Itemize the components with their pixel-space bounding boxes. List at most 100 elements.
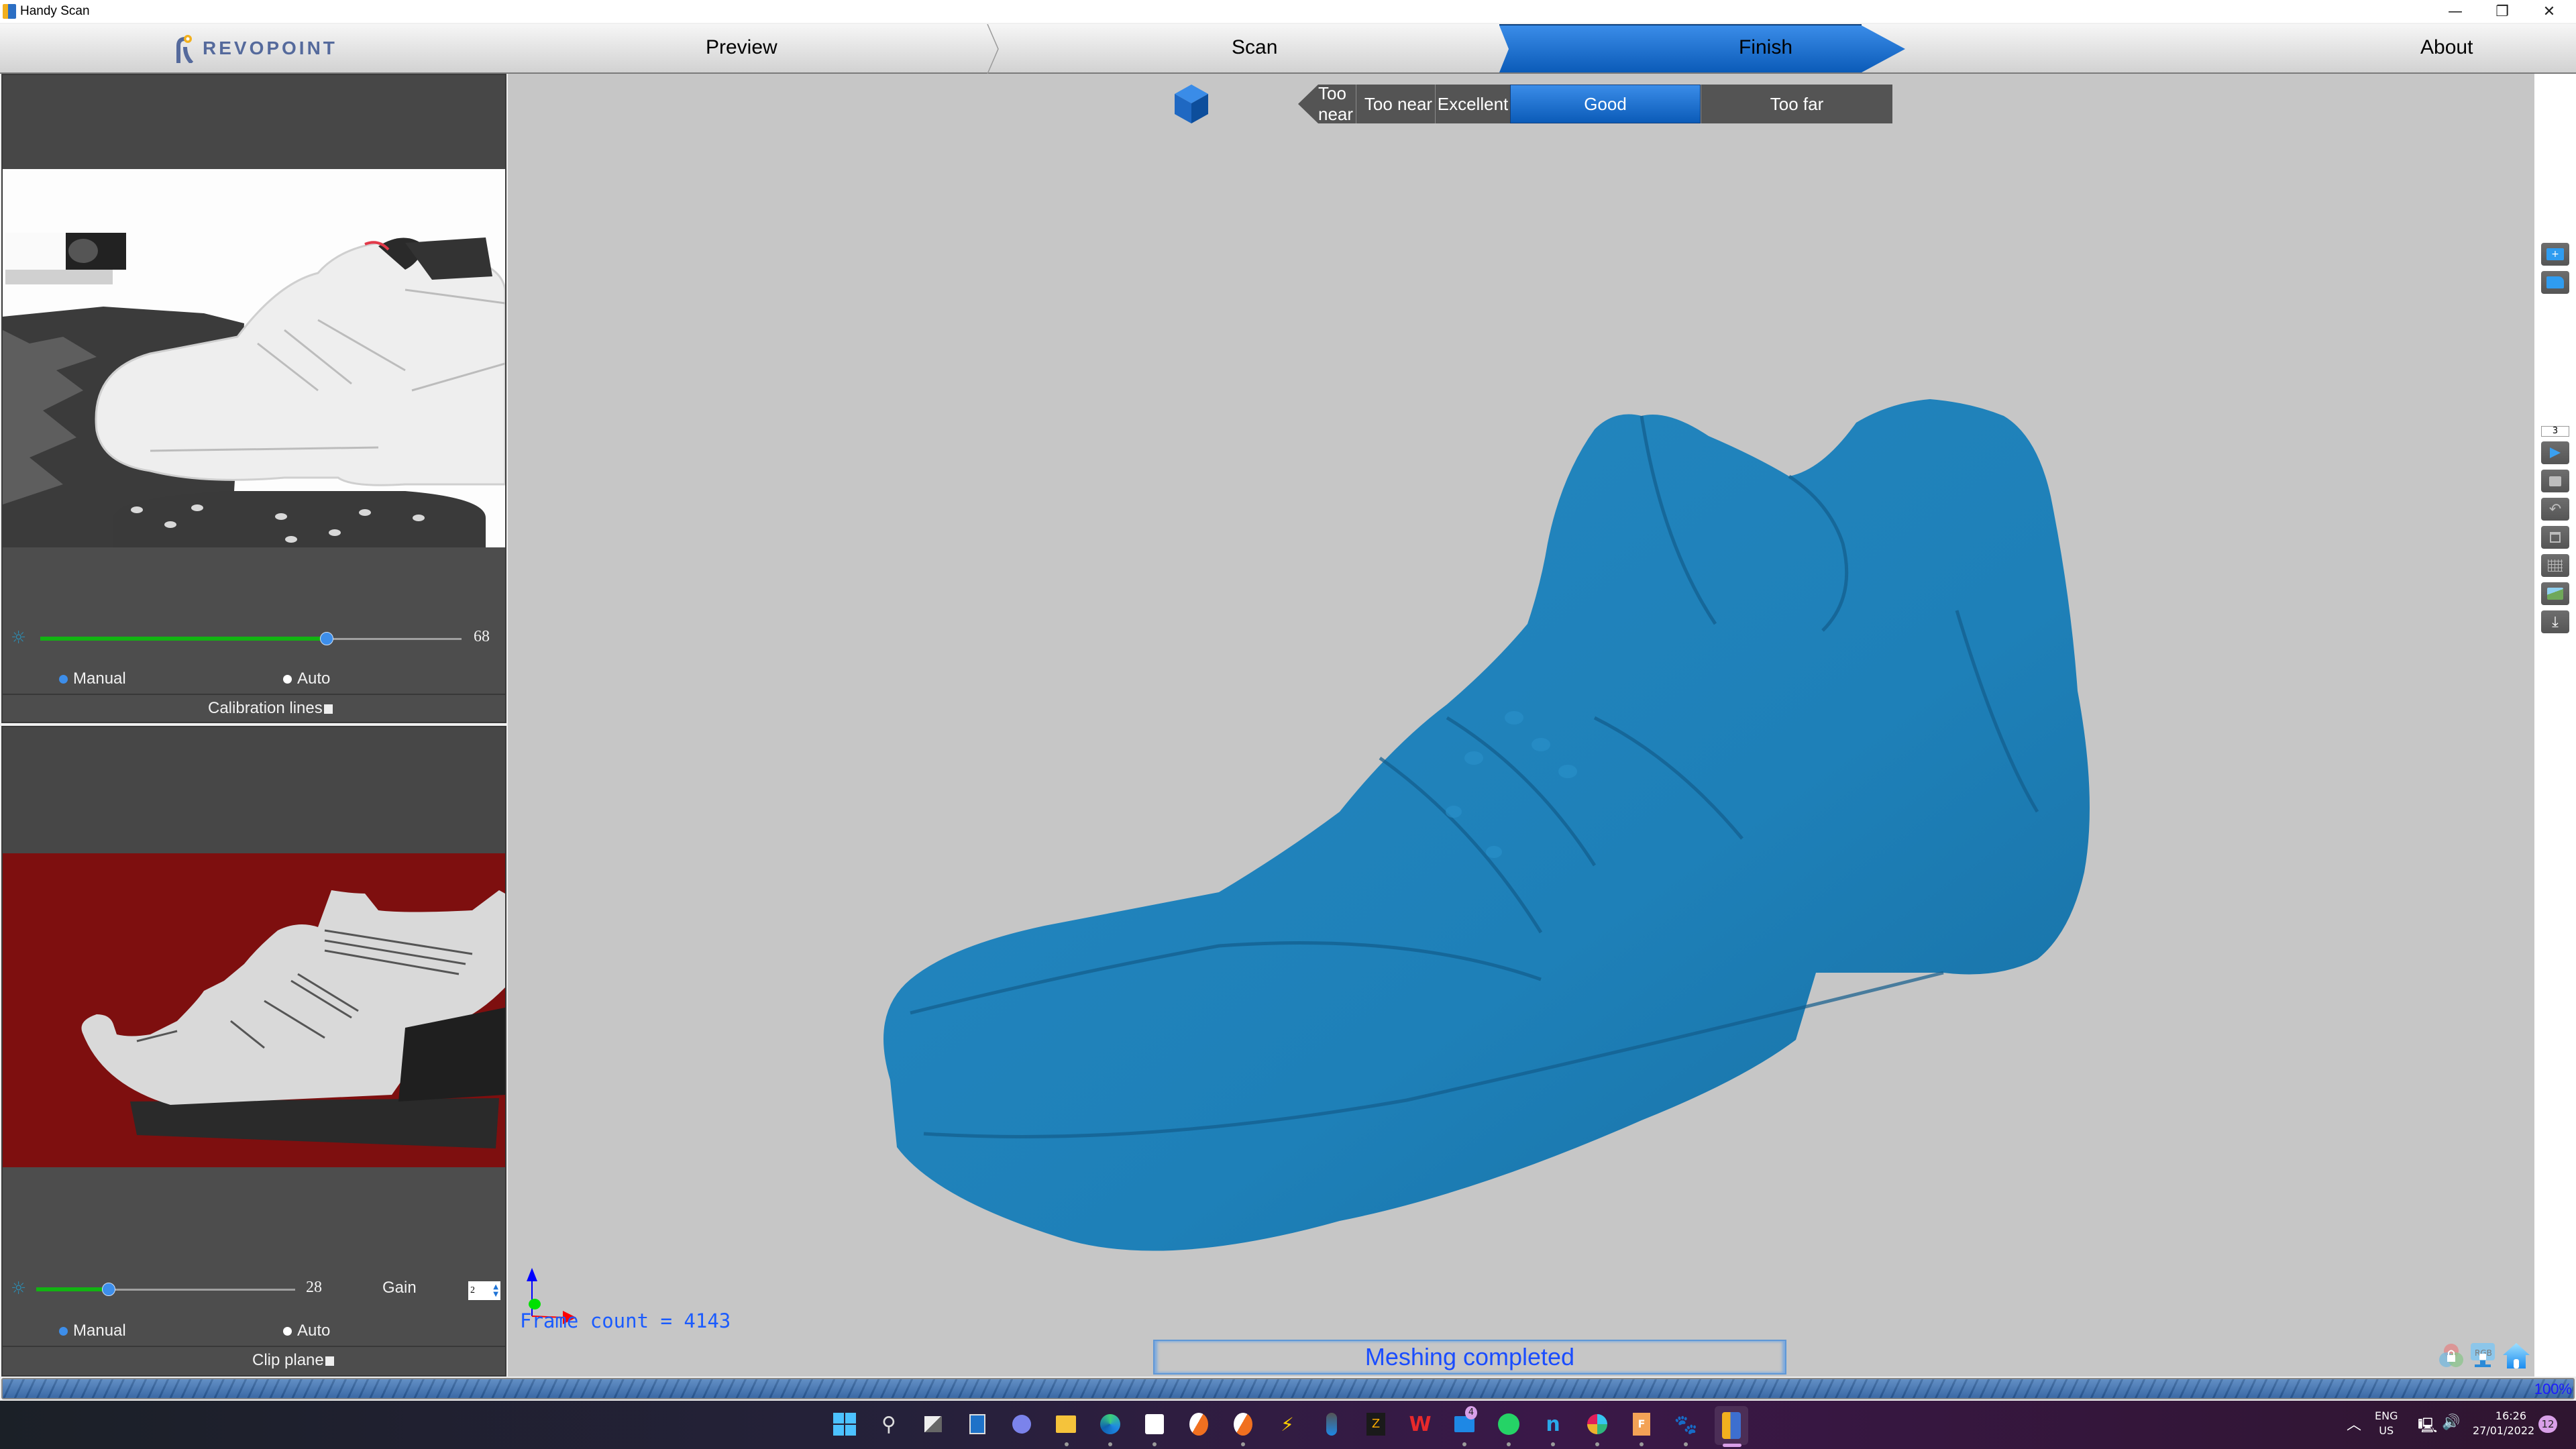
play-button[interactable] [2541, 441, 2569, 464]
app-orange-slash-icon[interactable] [1229, 1410, 1257, 1438]
language-indicator[interactable]: ENG US [2375, 1409, 2398, 1438]
distance-indicator: Too near Too near Excellent Good Too far [1298, 83, 1892, 124]
handy-scan-taskbar-icon[interactable] [1715, 1406, 1748, 1445]
radio-unselected-icon [283, 675, 292, 684]
distance-too-near-label: Too near [1356, 85, 1435, 123]
frame-interval-input[interactable]: 3 [2541, 426, 2569, 437]
depth-exposure-slider-thumb[interactable] [102, 1283, 115, 1296]
rgb-manual-radio[interactable]: Manual [59, 669, 126, 688]
title-bar: Handy Scan — ❐ ✕ [0, 0, 2576, 23]
rgb-camera-header [3, 75, 505, 169]
active-app-indicator [1723, 1444, 1741, 1447]
volume-icon[interactable]: 🔊 [2442, 1414, 2460, 1431]
mail-icon[interactable]: 4 [1450, 1406, 1479, 1438]
calibration-lines-label: Calibration lines [208, 699, 323, 717]
download-icon: ⤓ [2552, 613, 2559, 631]
rgb-exposure-slider-thumb[interactable] [320, 632, 333, 645]
grid-icon [2548, 559, 2563, 572]
app-orange-slash-icon[interactable] [1185, 1410, 1213, 1438]
close-button[interactable]: ✕ [2526, 0, 2573, 23]
home-icon[interactable] [2502, 1342, 2531, 1370]
color-lock-icon[interactable] [2438, 1342, 2465, 1370]
slack-icon[interactable] [1583, 1410, 1611, 1438]
new-project-button[interactable]: + [2541, 243, 2569, 266]
distance-arrow-icon [1298, 85, 1318, 123]
widgets-icon[interactable] [963, 1410, 991, 1438]
rgb-manual-label: Manual [73, 669, 126, 688]
notification-badge[interactable]: 12 [2538, 1415, 2557, 1433]
show-hidden-icons-button[interactable]: ︿ [2347, 1413, 2361, 1434]
distance-good: Good [1510, 85, 1701, 123]
running-indicator [1507, 1442, 1511, 1446]
task-view-icon[interactable] [919, 1410, 947, 1438]
frame-count-label: Frame count = 4143 [520, 1309, 731, 1332]
export-button[interactable]: ⤓ [2541, 610, 2569, 633]
brightness-icon: ☼ [11, 628, 27, 648]
rgb-camera-feed [3, 169, 505, 547]
network-app-icon[interactable]: ⚡ [1273, 1410, 1301, 1438]
step-separator [987, 24, 999, 74]
depth-auto-radio[interactable]: Auto [283, 1322, 330, 1340]
calibration-lines-checkbox[interactable]: Calibration lines [208, 699, 333, 718]
running-indicator [1462, 1442, 1466, 1446]
spin-down-icon[interactable]: ▼ [493, 1291, 498, 1298]
start-icon[interactable] [830, 1410, 859, 1438]
play-icon [2550, 447, 2561, 458]
tab-finish[interactable]: Finish [1739, 36, 1792, 59]
file-explorer-icon[interactable] [1052, 1410, 1080, 1438]
view-cube-icon[interactable] [1173, 83, 1210, 125]
status-message: Meshing completed [1153, 1340, 1786, 1375]
store-icon[interactable] [1140, 1410, 1169, 1438]
brightness-icon: ☼ [11, 1279, 27, 1299]
depth-manual-radio[interactable]: Manual [59, 1322, 126, 1340]
distance-too-near: Too near [1318, 83, 1356, 124]
mail-badge: 4 [1465, 1406, 1477, 1419]
app-blue-shard-icon[interactable] [1318, 1410, 1346, 1438]
radio-unselected-icon [283, 1327, 292, 1336]
whatsapp-icon[interactable] [1495, 1410, 1523, 1438]
about-link[interactable]: About [2420, 36, 2473, 59]
gimp-icon[interactable]: 🐾 [1672, 1410, 1700, 1438]
gain-spinbox[interactable]: 2 ▲ ▼ [468, 1281, 500, 1300]
undo-button[interactable]: ↶ [2541, 498, 2569, 521]
depth-camera-panel: ☼ 28 Gain 2 ▲ ▼ Manual Auto Clip plane [1, 726, 506, 1377]
stop-button[interactable] [2541, 470, 2569, 492]
scanned-shoe-mesh[interactable] [870, 342, 2091, 1322]
search-icon[interactable]: ⚲ [875, 1410, 903, 1438]
clock[interactable]: 16:26 27/01/2022 [2473, 1409, 2534, 1438]
camera-panel: ☼ 68 Manual Auto Calibration lines ☼ 28 … [0, 74, 508, 1377]
rgb-lock-icon[interactable]: RGB [2469, 1342, 2496, 1370]
folder-open-icon [2546, 276, 2564, 288]
running-indicator [1065, 1442, 1069, 1446]
checkbox-box [323, 704, 333, 714]
rgb-auto-radio[interactable]: Auto [283, 669, 330, 688]
delete-button[interactable] [2541, 526, 2569, 549]
restore-button[interactable]: ❐ [2479, 0, 2526, 23]
tab-preview[interactable]: Preview [706, 36, 777, 59]
minimize-button[interactable]: — [2432, 0, 2479, 23]
app-n-icon[interactable]: n [1539, 1410, 1567, 1438]
open-project-button[interactable] [2541, 271, 2569, 294]
clip-plane-checkbox[interactable]: Clip plane [252, 1351, 334, 1370]
revopoint-logo: REVOPOINT [176, 34, 337, 65]
teams-chat-icon[interactable] [1008, 1410, 1036, 1438]
spin-up-icon[interactable]: ▲ [493, 1283, 498, 1291]
3d-viewport[interactable]: Too near Too near Excellent Good Too far [508, 74, 2534, 1377]
fusion-360-icon[interactable]: F [1627, 1410, 1656, 1438]
z-axis-arrow-icon [527, 1268, 537, 1281]
add-texture-button[interactable] [2541, 582, 2569, 605]
app-icon [3, 4, 16, 19]
distance-too-far: Too far [1701, 85, 1892, 123]
radio-selected-icon [59, 675, 68, 684]
image-plus-icon [2547, 588, 2563, 600]
depth-camera-feed [3, 853, 505, 1167]
mesh-button[interactable] [2541, 554, 2569, 577]
network-icon[interactable]: 🖳 [2418, 1414, 2437, 1440]
wps-office-icon[interactable]: W [1406, 1410, 1434, 1438]
app-z-icon[interactable]: Z [1362, 1410, 1390, 1438]
running-indicator [1241, 1442, 1245, 1446]
right-toolbar: + 3 ↶ ⤓ [2534, 74, 2576, 1377]
tab-scan[interactable]: Scan [1232, 36, 1277, 59]
edge-icon[interactable] [1096, 1410, 1124, 1438]
window-title: Handy Scan [20, 4, 90, 18]
